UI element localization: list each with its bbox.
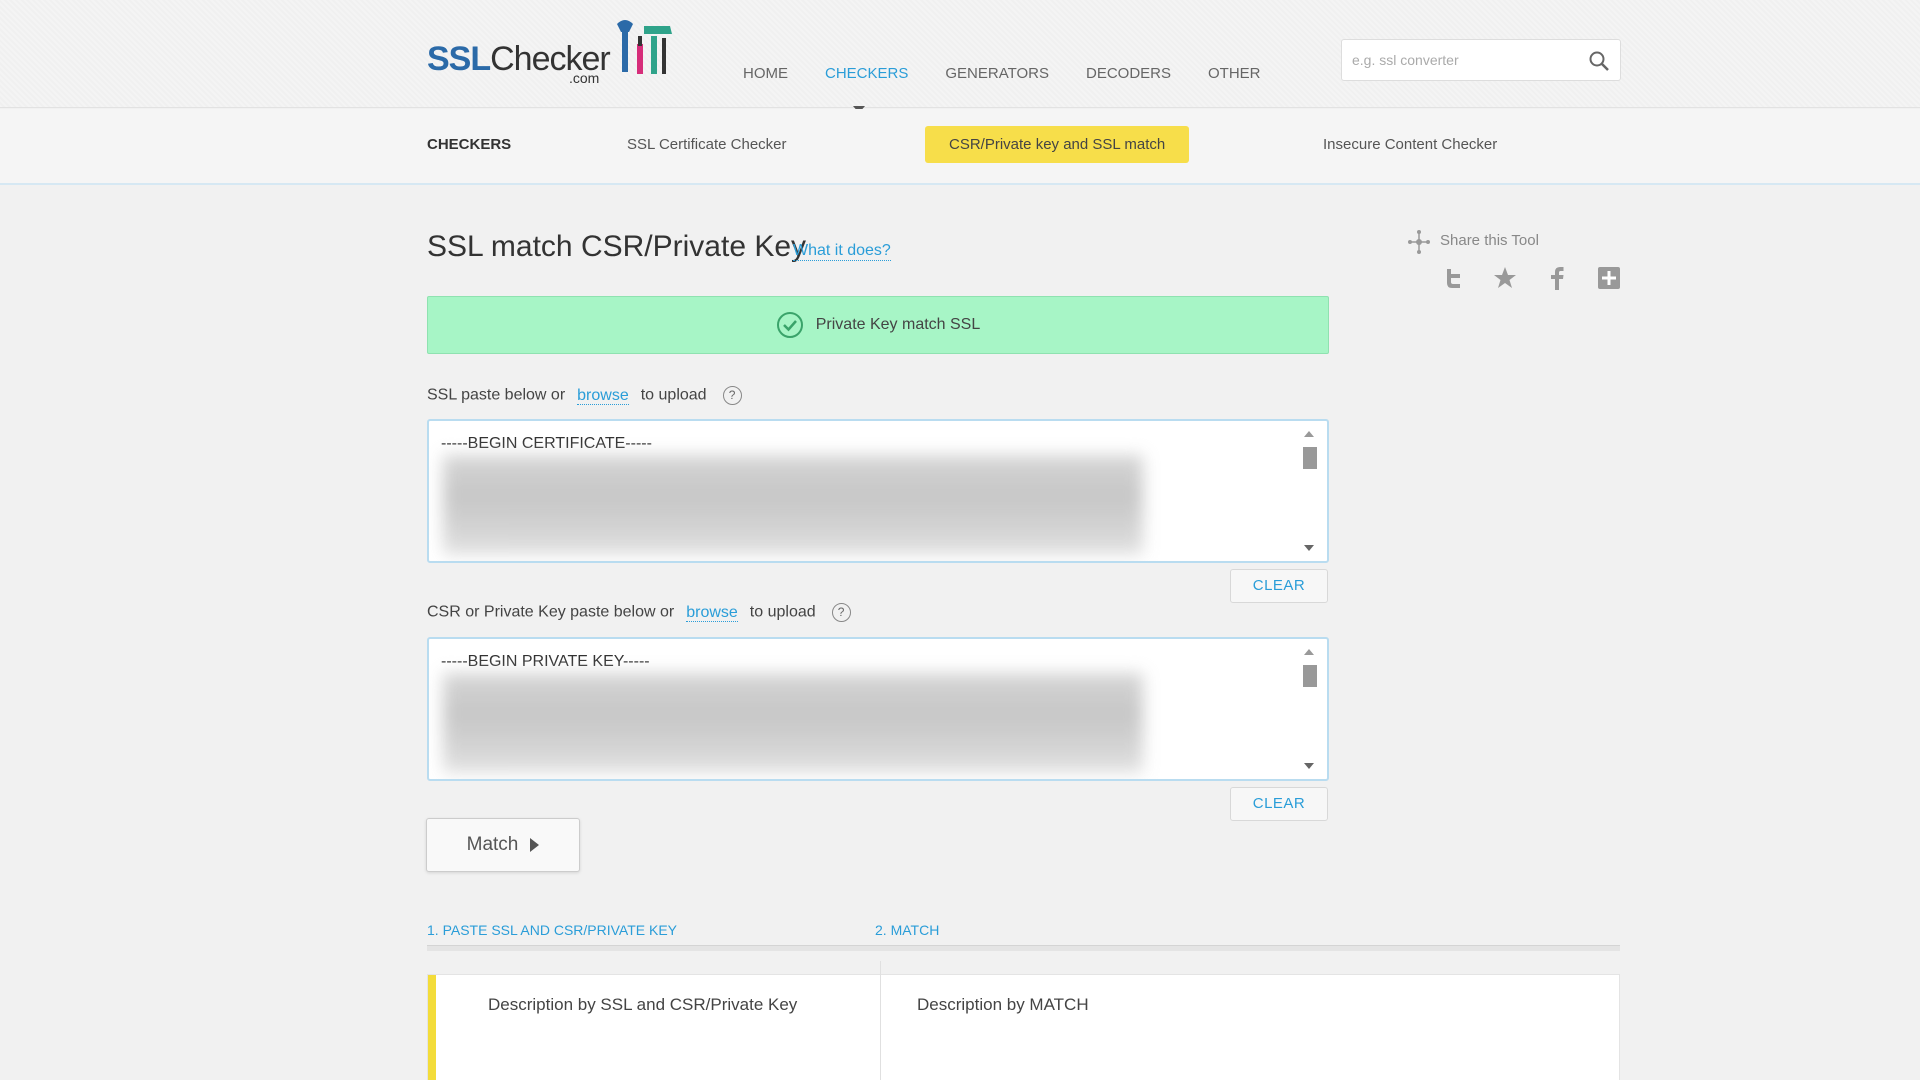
share-label: Share this Tool — [1440, 232, 1539, 249]
description-step-2: Description by MATCH — [917, 995, 1089, 1014]
step-1-label[interactable]: 1. PASTE SSL AND CSR/PRIVATE KEY — [427, 922, 677, 938]
key-field-label: CSR or Private Key paste below or browse t… — [427, 603, 851, 622]
site-logo[interactable]: SSLChecker .com — [427, 18, 687, 88]
page-title: SSL match CSR/Private Key — [427, 230, 807, 263]
ssl-textarea-first-line: -----BEGIN CERTIFICATE----- — [441, 435, 652, 452]
scroll-up-icon[interactable] — [1304, 431, 1314, 437]
steps-divider — [427, 945, 1620, 951]
sub-nav: CHECKERS SSL Certificate Checker CSR/Pri… — [0, 109, 1920, 185]
key-label-text: CSR or Private Key paste below or — [427, 603, 675, 621]
help-icon[interactable]: ? — [831, 603, 851, 622]
scroll-up-icon[interactable] — [1304, 649, 1314, 655]
success-banner: Private Key match SSL — [427, 296, 1329, 354]
share-icons — [1440, 265, 1622, 291]
scroll-down-icon[interactable] — [1304, 545, 1314, 551]
description-divider — [880, 961, 881, 1080]
subnav-ssl-certificate-checker[interactable]: SSL Certificate Checker — [627, 136, 787, 153]
key-textarea-first-line: -----BEGIN PRIVATE KEY----- — [441, 653, 650, 670]
what-it-does-link[interactable]: What it does? — [793, 242, 891, 261]
logo-ssl-text: SSL — [427, 40, 491, 78]
share-icon — [1408, 230, 1430, 254]
twitter-icon[interactable] — [1440, 265, 1466, 291]
subnav-insecure-content-checker[interactable]: Insecure Content Checker — [1323, 136, 1497, 153]
scroll-thumb[interactable] — [1303, 447, 1317, 469]
key-scrollbar[interactable] — [1301, 645, 1317, 773]
nav-home[interactable]: HOME — [743, 65, 788, 82]
nav-generators[interactable]: GENERATORS — [945, 65, 1049, 82]
search-input[interactable] — [1352, 48, 1572, 72]
play-icon — [530, 838, 540, 852]
nav-decoders[interactable]: DECODERS — [1086, 65, 1171, 82]
key-textarea[interactable]: -----BEGIN PRIVATE KEY----- — [427, 637, 1329, 781]
ssl-label-text: SSL paste below or — [427, 386, 566, 404]
plus-icon[interactable] — [1596, 265, 1622, 291]
redacted-content — [443, 455, 1143, 555]
key-browse-link[interactable]: browse — [686, 603, 738, 622]
ssl-clear-button[interactable]: CLEAR — [1230, 569, 1328, 603]
redacted-content — [443, 673, 1143, 773]
check-circle-icon — [776, 312, 803, 338]
search-box — [1341, 39, 1621, 81]
description-accent — [428, 975, 436, 1080]
logo-com-text: .com — [569, 70, 600, 86]
description-panel: Description by SSL and CSR/Private Key D… — [427, 961, 1620, 1080]
star-icon[interactable] — [1492, 265, 1518, 291]
search-icon[interactable] — [1588, 50, 1610, 72]
scroll-down-icon[interactable] — [1304, 763, 1314, 769]
key-label-after: to upload — [749, 603, 816, 621]
help-icon[interactable]: ? — [722, 386, 742, 405]
step-2-label[interactable]: 2. MATCH — [875, 922, 939, 938]
main-nav: HOME CHECKERS GENERATORS DECODERS OTHER — [743, 65, 1298, 82]
nav-other[interactable]: OTHER — [1208, 65, 1261, 82]
tools-icon — [617, 20, 672, 74]
facebook-icon[interactable] — [1544, 265, 1570, 291]
subnav-csr-ssl-match[interactable]: CSR/Private key and SSL match — [925, 126, 1190, 163]
scroll-thumb[interactable] — [1303, 665, 1317, 687]
match-button-label: Match — [466, 834, 519, 855]
key-clear-button[interactable]: CLEAR — [1230, 787, 1328, 821]
success-message: Private Key match SSL — [815, 316, 981, 333]
ssl-scrollbar[interactable] — [1301, 427, 1317, 555]
ssl-textarea[interactable]: -----BEGIN CERTIFICATE----- — [427, 419, 1329, 563]
subnav-title: CHECKERS — [427, 136, 512, 153]
match-button[interactable]: Match — [426, 818, 580, 872]
description-step-1: Description by SSL and CSR/Private Key — [488, 995, 798, 1014]
ssl-field-label: SSL paste below or browse to upload? — [427, 386, 742, 405]
nav-checkers[interactable]: CHECKERS — [825, 65, 908, 82]
ssl-label-after: to upload — [640, 386, 707, 404]
ssl-browse-link[interactable]: browse — [577, 386, 629, 405]
site-header: SSLChecker .com HOME CHECKERS GENERATORS… — [0, 0, 1920, 108]
